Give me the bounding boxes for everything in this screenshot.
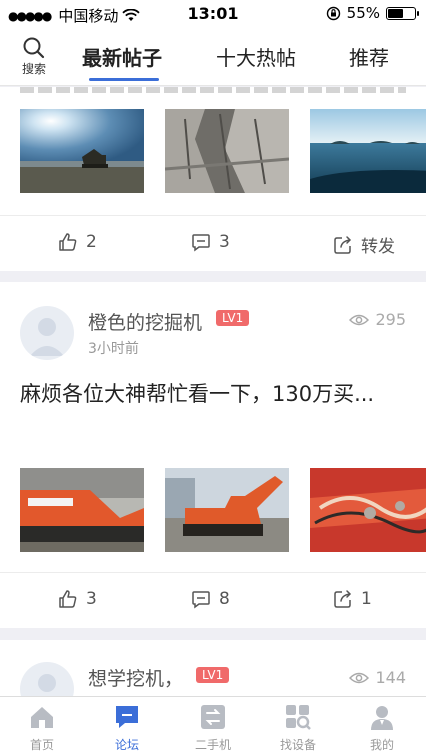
- tab-latest-posts[interactable]: 最新帖子: [82, 42, 162, 71]
- post-photo-row: [20, 468, 426, 552]
- search-icon: [23, 37, 45, 59]
- level-badge: LV1: [196, 667, 230, 683]
- like-button[interactable]: 2: [58, 232, 97, 252]
- eye-icon: [349, 672, 370, 683]
- bottom-tab-bar: 首页 论坛 二手机 找设备 我的: [0, 696, 426, 756]
- share-button[interactable]: 转发: [333, 232, 395, 257]
- orange-excavator-photo[interactable]: [20, 468, 144, 552]
- like-count: 2: [86, 232, 97, 252]
- thumbs-up-icon: [59, 590, 77, 608]
- comment-count: 8: [219, 589, 230, 609]
- rotation-lock-icon: [326, 6, 340, 20]
- view-count: 144: [349, 668, 406, 687]
- comment-count: 3: [219, 232, 230, 252]
- nav-forum-label: 论坛: [114, 738, 139, 752]
- post-action-bar: 3 8 1: [0, 572, 426, 628]
- nav-home-label: 首页: [29, 738, 54, 752]
- rock-cliff-photo[interactable]: [165, 109, 289, 193]
- sea-islands-photo[interactable]: [310, 109, 426, 193]
- swap-icon: [201, 705, 225, 729]
- nav-find-equipment[interactable]: 找设备: [263, 703, 333, 753]
- tab-top-ten[interactable]: 十大热帖: [216, 42, 296, 71]
- comment-icon: [192, 234, 210, 252]
- search-button[interactable]: 搜索: [14, 34, 54, 80]
- nav-profile[interactable]: 我的: [347, 703, 417, 753]
- battery-percent: 55%: [346, 4, 380, 22]
- level-badge: LV1: [216, 310, 250, 326]
- share-label: 转发: [361, 237, 395, 257]
- find-equipment-icon: [286, 705, 311, 730]
- eye-icon: [349, 314, 370, 325]
- author-name[interactable]: 想学挖机，: [88, 664, 183, 691]
- comment-button[interactable]: 3: [191, 232, 230, 252]
- battery-icon: [386, 6, 419, 20]
- active-tab-indicator: [89, 78, 159, 81]
- post-card[interactable]: 想学挖机， LV1 144: [0, 640, 426, 696]
- nav-used-machines-label: 二手机: [194, 738, 231, 752]
- share-icon: [334, 235, 352, 254]
- view-count-value: 295: [375, 310, 406, 329]
- nav-home[interactable]: 首页: [7, 703, 77, 753]
- share-icon: [334, 590, 352, 608]
- nav-forum[interactable]: 论坛: [92, 703, 162, 753]
- excavator-on-beach-photo[interactable]: [20, 109, 144, 193]
- battery-group: 55%: [326, 4, 419, 22]
- battery-fill: [388, 8, 404, 18]
- post-time: 3小时前: [88, 341, 139, 357]
- post-title-cutoff: [20, 87, 406, 93]
- comment-button[interactable]: 8: [191, 589, 230, 609]
- avatar[interactable]: [20, 306, 74, 360]
- forum-icon: [116, 706, 138, 728]
- like-count: 3: [86, 589, 97, 609]
- like-button[interactable]: 3: [58, 589, 97, 609]
- thumbs-up-icon: [59, 233, 77, 251]
- profile-icon: [371, 706, 393, 730]
- status-bar: ●●●●● 中国移动 13:01 55%: [0, 0, 426, 28]
- tab-recommended[interactable]: 推荐: [349, 42, 389, 71]
- view-count: 295: [349, 310, 406, 329]
- share-button[interactable]: 1: [333, 589, 372, 609]
- home-icon: [31, 707, 53, 728]
- post-action-bar: 2 3 转发: [0, 215, 426, 271]
- comment-icon: [192, 591, 210, 609]
- excavator-parts-photo[interactable]: [310, 468, 426, 552]
- post-photo-row: [20, 109, 426, 193]
- avatar[interactable]: [20, 662, 74, 696]
- search-label: 搜索: [21, 62, 46, 76]
- forum-header: 搜索 最新帖子 十大热帖 推荐: [0, 28, 426, 86]
- post-card[interactable]: 橙色的挖掘机 LV1 3小时前 295 麻烦各位大神帮忙看一下，130万买...: [0, 282, 426, 628]
- view-count-value: 144: [375, 668, 406, 687]
- orange-excavator-side-photo[interactable]: [165, 468, 289, 552]
- nav-used-machines[interactable]: 二手机: [178, 703, 248, 753]
- share-count: 1: [361, 589, 372, 609]
- nav-find-equipment-label: 找设备: [279, 738, 316, 752]
- truncated-text-remnant: [20, 87, 406, 93]
- author-name[interactable]: 橙色的挖掘机: [88, 308, 202, 335]
- post-title[interactable]: 麻烦各位大神帮忙看一下，130万买...: [20, 378, 374, 408]
- post-card[interactable]: 2 3 转发: [0, 87, 426, 271]
- nav-profile-label: 我的: [369, 738, 394, 752]
